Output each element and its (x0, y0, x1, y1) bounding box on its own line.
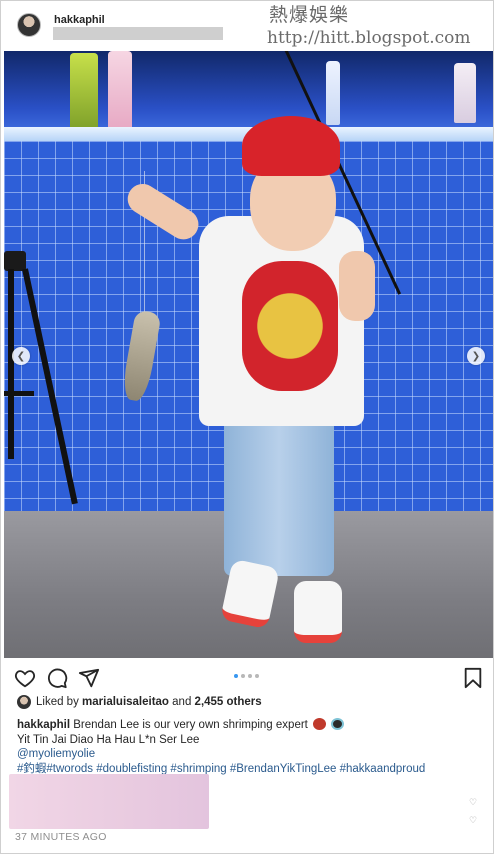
caption-line-2: Yit Tin Jai Diao Ha Hau L*n Ser Lee (17, 733, 200, 746)
share-icon[interactable] (78, 667, 100, 689)
carousel-prev-button[interactable]: ❮ (12, 347, 30, 365)
avatar[interactable] (17, 13, 41, 37)
carousel-dot (248, 674, 252, 678)
photo-shirt-print (242, 261, 338, 391)
post-username[interactable]: hakkaphil (54, 14, 105, 26)
person-emoji-icon (331, 718, 345, 730)
photo-bottle-right (454, 63, 476, 123)
comment-icon[interactable] (46, 667, 68, 689)
post-caption: hakkaphil Brendan Lee is our very own sh… (17, 718, 477, 776)
likes-middle: and (168, 696, 195, 708)
blurred-comments (9, 774, 209, 829)
watermark-url: http://hitt.blogspot.com (267, 28, 471, 48)
photo-bottle-pink (108, 51, 132, 129)
photo-bottle-spray (326, 61, 340, 125)
post-timestamp[interactable]: 37 MINUTES AGO (15, 831, 107, 843)
chevron-left-icon: ❮ (16, 350, 26, 362)
ironman-emoji-icon (313, 718, 327, 730)
watermark: 熱爆娛樂 http://hitt.blogspot.com (267, 4, 485, 50)
caption-username[interactable]: hakkaphil (17, 719, 70, 731)
photo-arm-right (339, 251, 375, 321)
caption-mention[interactable]: @myoliemyolie (17, 747, 477, 762)
redacted-location-bar (53, 27, 223, 40)
caption-line-1: Brendan Lee is our very own shrimping ex… (73, 719, 308, 731)
post-photo[interactable]: ❮ ❯ (4, 51, 493, 658)
photo-jeans (224, 416, 334, 576)
photo-bottle-green (70, 53, 98, 129)
instagram-post-frame: hakkaphil 熱爆娛樂 http://hitt.blogspot.com (0, 0, 494, 854)
carousel-next-button[interactable]: ❯ (467, 347, 485, 365)
liker-avatar[interactable] (17, 695, 31, 709)
likes-summary: Liked by marialuisaleitao and 2,455 othe… (17, 695, 262, 709)
photo-red-cap (242, 116, 340, 176)
carousel-indicator (234, 674, 259, 678)
carousel-dot-active (234, 674, 238, 678)
carousel-dot (241, 674, 245, 678)
likes-count[interactable]: 2,455 others (195, 696, 262, 708)
likes-prefix: Liked by (36, 696, 83, 708)
comment-like-heart-icon[interactable]: ♡ (469, 797, 477, 808)
post-header: hakkaphil 熱爆娛樂 http://hitt.blogspot.com (1, 1, 494, 51)
liker-username[interactable]: marialuisaleitao (82, 696, 169, 708)
heart-icon[interactable] (14, 667, 36, 689)
chevron-right-icon: ❯ (471, 350, 481, 362)
bookmark-icon[interactable] (462, 667, 484, 689)
comment-like-heart-icon[interactable]: ♡ (469, 815, 477, 826)
carousel-dot (255, 674, 259, 678)
photo-shoe-right (294, 581, 342, 643)
photo-chair (4, 251, 78, 511)
watermark-title: 熱爆娛樂 (269, 4, 350, 26)
